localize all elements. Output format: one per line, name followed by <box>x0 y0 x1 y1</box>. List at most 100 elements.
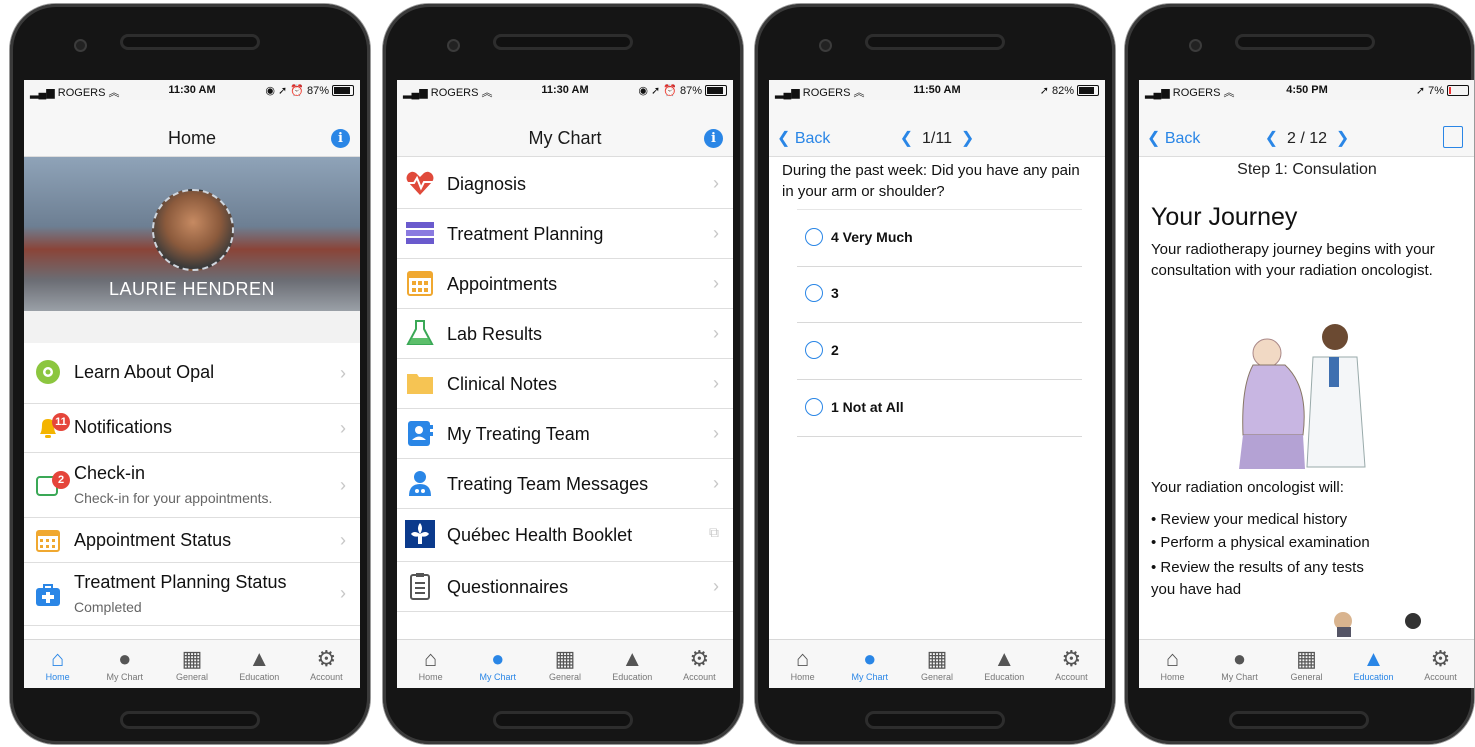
my-chart-screen: ▂▄▆ ROGERS ︽ 11:30 AM ◉ ➚ ⏰ 87% My Chart … <box>397 80 733 688</box>
tab-my-chart[interactable]: ● My Chart <box>836 640 903 688</box>
doctor-icon <box>409 471 431 496</box>
tab-general[interactable]: ▦ General <box>903 640 970 688</box>
gear-icon: ⚙ <box>689 646 710 671</box>
battery-percent: 87% <box>306 84 329 97</box>
answer-option[interactable]: 1 Not at All <box>797 380 1082 437</box>
tab-home[interactable]: ⌂ Home <box>1139 640 1206 688</box>
table-of-contents-icon[interactable] <box>1443 126 1463 148</box>
menu-item-appointment-status[interactable]: Appointment Status › <box>24 518 360 563</box>
page-title: Home <box>167 128 216 148</box>
menu-item-treatment-planning-status[interactable]: Treatment Planning Status Completed › <box>24 563 360 626</box>
tab-home[interactable]: ⌂ Home <box>769 640 836 688</box>
chart-item-lab-results[interactable]: Lab Results › <box>397 309 733 359</box>
tab-education[interactable]: ▲ Education <box>599 640 666 688</box>
next-icon[interactable]: ❯ <box>1336 130 1349 147</box>
bullet-item: • Review the results of any tests you ha… <box>1151 559 1364 598</box>
calendar-icon <box>36 530 60 552</box>
chevron-right-icon: › <box>340 418 346 438</box>
tab-general[interactable]: ▦ General <box>1273 640 1340 688</box>
person-icon: ● <box>491 646 505 671</box>
tab-account[interactable]: ⚙ Account <box>293 640 360 688</box>
opal-logo-icon <box>36 360 60 384</box>
chart-item-diagnosis[interactable]: Diagnosis › <box>397 159 733 209</box>
questionnaire-screen: ▂▄▆ ROGERS ︽ 11:50 AM ➚ 82% ❮ Back ❮ 1/11… <box>769 80 1105 688</box>
page-indicator: 2 / 12 <box>1286 130 1328 147</box>
phone-home: ▂▄▆ ROGERS ︽ 11:30 AM ◉ ➚ ⏰ 87% Home i LA… <box>10 4 370 744</box>
tab-account[interactable]: ⚙ Account <box>1038 640 1105 688</box>
radio-button[interactable] <box>805 284 823 302</box>
grid-icon: ▦ <box>181 646 203 671</box>
question-text: During the past week: Did you have any p… <box>782 162 1080 200</box>
menu-item-learn-about-opal[interactable]: Learn About Opal › <box>24 343 360 404</box>
tab-home[interactable]: ⌂ Home <box>24 640 91 688</box>
home-screen: ▂▄▆ ROGERS ︽ 11:30 AM ◉ ➚ ⏰ 87% Home i LA… <box>24 80 360 688</box>
chart-item-appointments[interactable]: Appointments › <box>397 259 733 309</box>
external-link-icon: ⧉ <box>709 524 719 540</box>
chevron-right-icon: › <box>713 423 719 443</box>
chevron-right-icon: › <box>713 323 719 343</box>
info-icon[interactable]: i <box>704 129 723 148</box>
answer-option[interactable]: 2 <box>797 323 1082 380</box>
folder-icon <box>407 374 433 394</box>
person-icon: ● <box>118 646 132 671</box>
chart-item-treatment-planning[interactable]: Treatment Planning › <box>397 209 733 259</box>
front-camera <box>1189 39 1202 52</box>
answer-option[interactable]: 4 Very Much <box>797 209 1082 267</box>
chevron-right-icon: › <box>713 223 719 243</box>
menu-item-notifications[interactable]: 11 Notifications › <box>24 404 360 453</box>
tab-account[interactable]: ⚙ Account <box>666 640 733 688</box>
speaker-grille <box>493 34 633 50</box>
location-icon: ➚ <box>1039 85 1049 97</box>
chart-item-questionnaires[interactable]: Questionnaires › <box>397 562 733 612</box>
nav-bar: Home i <box>24 100 360 157</box>
battery-percent: 82% <box>1051 84 1074 97</box>
previous-icon[interactable]: ❮ <box>1265 130 1278 147</box>
graduation-cap-icon: ▲ <box>993 646 1016 671</box>
home-button <box>493 711 633 729</box>
tab-my-chart[interactable]: ● My Chart <box>1206 640 1273 688</box>
bullet-item: • Review your medical history <box>1151 511 1348 528</box>
tab-education[interactable]: ▲ Education <box>1340 640 1407 688</box>
battery-icon <box>705 85 727 96</box>
tab-education[interactable]: ▲ Education <box>971 640 1038 688</box>
medical-kit-icon <box>36 584 60 606</box>
radio-button[interactable] <box>805 341 823 359</box>
tab-my-chart[interactable]: ● My Chart <box>464 640 531 688</box>
chart-item-quebec-health-booklet[interactable]: Québec Health Booklet ⧉ <box>397 509 733 562</box>
tab-education[interactable]: ▲ Education <box>226 640 293 688</box>
person-icon: ● <box>863 646 877 671</box>
nav-bar: ❮ Back ❮ 1/11 ❯ <box>769 100 1105 157</box>
chart-item-my-treating-team[interactable]: My Treating Team › <box>397 409 733 459</box>
chevron-right-icon: › <box>340 475 346 495</box>
chevron-right-icon: › <box>340 363 346 383</box>
contact-card-icon <box>408 421 433 446</box>
speaker-grille <box>120 34 260 50</box>
menu-item-check-in[interactable]: 2 Check-in Check-in for your appointment… <box>24 453 360 518</box>
info-icon[interactable]: i <box>331 129 350 148</box>
tab-account[interactable]: ⚙ Account <box>1407 640 1474 688</box>
radio-button[interactable] <box>805 228 823 246</box>
chart-item-treating-team-messages[interactable]: Treating Team Messages › <box>397 459 733 509</box>
tab-general[interactable]: ▦ General <box>531 640 598 688</box>
chart-item-clinical-notes[interactable]: Clinical Notes › <box>397 359 733 409</box>
radio-button[interactable] <box>805 398 823 416</box>
tab-my-chart[interactable]: ● My Chart <box>91 640 158 688</box>
step-title: Step 1: Consulation <box>1237 161 1377 178</box>
status-bar: ▂▄▆ ROGERS ︽ 11:30 AM ◉ ➚ ⏰ 87% <box>397 80 733 100</box>
next-icon[interactable]: ❯ <box>961 130 974 147</box>
answer-option[interactable]: 3 <box>797 266 1082 323</box>
oncologist-will-label: Your radiation oncologist will: <box>1151 479 1344 496</box>
heartbeat-icon <box>406 171 434 195</box>
location-icon: ➚ <box>1415 85 1426 97</box>
previous-icon[interactable]: ❮ <box>900 130 913 147</box>
battery-percent: 7% <box>1428 84 1444 97</box>
grid-icon: ▦ <box>1296 646 1317 671</box>
chevron-right-icon: › <box>713 173 719 193</box>
treatment-planning-icon <box>406 222 434 244</box>
graduation-cap-icon: ▲ <box>621 646 644 671</box>
home-icon: ⌂ <box>423 646 438 671</box>
user-name: LAURIE HENDREN <box>108 279 276 299</box>
tab-home[interactable]: ⌂ Home <box>397 640 464 688</box>
tab-general[interactable]: ▦ General <box>158 640 225 688</box>
avatar[interactable] <box>152 189 234 271</box>
